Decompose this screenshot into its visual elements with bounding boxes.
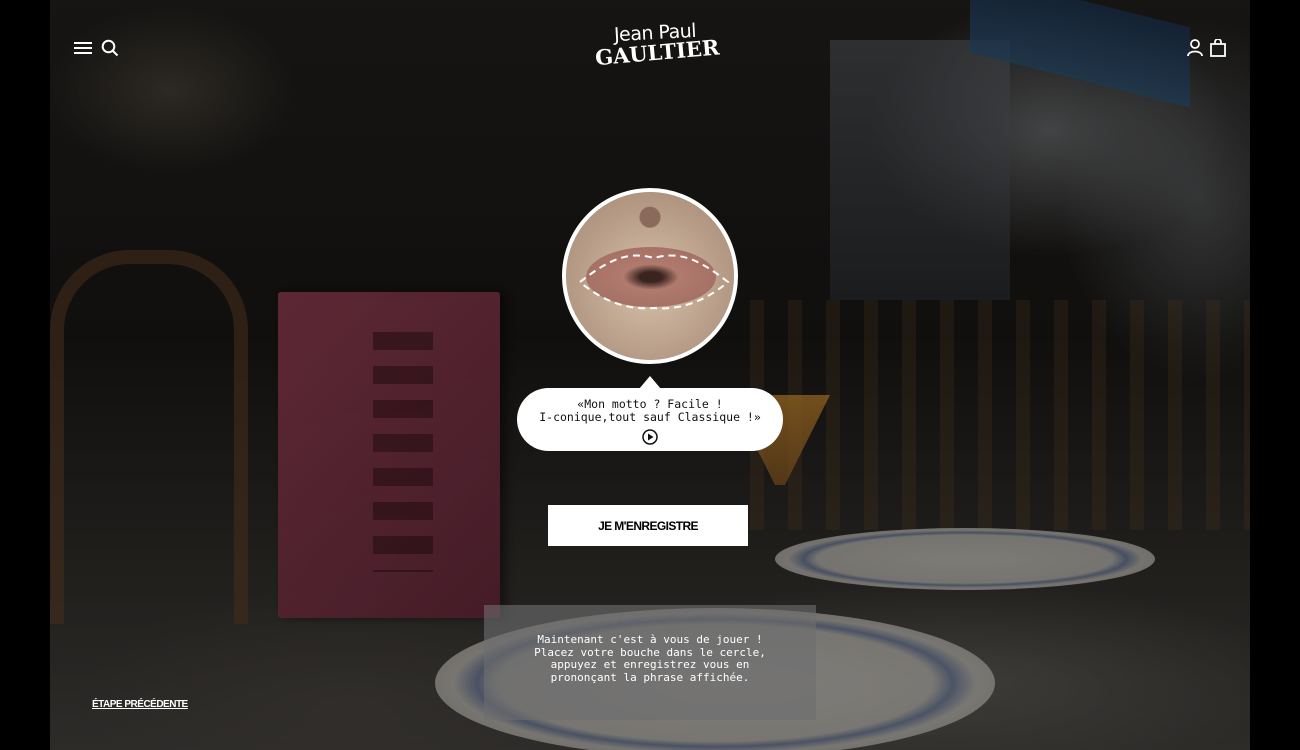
instructions-line3: appuyez et enregistrez vous en <box>550 658 750 671</box>
menu-icon[interactable] <box>72 37 94 59</box>
instructions-line1: Maintenant c'est à vous de jouer ! <box>537 633 763 646</box>
speech-bubble: «Mon motto ? Facile ! I-conique,tout sau… <box>517 376 783 451</box>
previous-step-link[interactable]: ÉTAPE PRÉCÉDENTE <box>92 699 188 710</box>
site-header: Jean Paul GAULTIER <box>0 0 1300 95</box>
brand-logo[interactable]: Jean Paul GAULTIER <box>594 20 720 74</box>
mouth-guide-circle <box>562 188 738 364</box>
bag-icon[interactable] <box>1207 37 1229 59</box>
bubble-line2: I-conique,tout sauf Classique !» <box>539 410 761 424</box>
search-icon[interactable] <box>99 37 121 59</box>
lip-outline-guide <box>578 254 730 310</box>
instructions-line4: prononçant la phrase affichée. <box>550 670 750 684</box>
record-button[interactable]: JE M'ENREGISTRE <box>548 505 748 546</box>
account-icon[interactable] <box>1184 37 1206 59</box>
play-icon[interactable] <box>642 429 658 445</box>
instructions-panel: Maintenant c'est à vous de jouer ! Place… <box>484 605 816 720</box>
